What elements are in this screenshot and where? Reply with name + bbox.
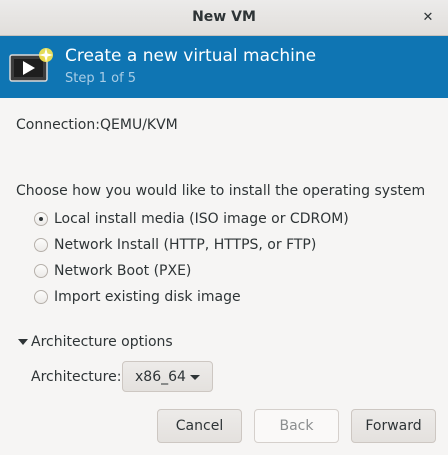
window-title: New VM <box>192 9 256 25</box>
wizard-header: Create a new virtual machine Step 1 of 5 <box>0 36 448 98</box>
radio-local-media-label[interactable]: Local install media (ISO image or CDROM) <box>54 211 349 227</box>
vm-monitor-icon <box>9 48 53 82</box>
cancel-button[interactable]: Cancel <box>157 409 242 443</box>
architecture-dropdown[interactable]: x86_64 <box>122 361 213 392</box>
forward-button[interactable]: Forward <box>351 409 436 443</box>
radio-network-install[interactable] <box>34 238 48 252</box>
radio-import-disk-label[interactable]: Import existing disk image <box>54 289 241 305</box>
radio-network-boot-label[interactable]: Network Boot (PXE) <box>54 263 191 279</box>
chevron-down-icon <box>190 375 200 380</box>
wizard-step-indicator: Step 1 of 5 <box>65 71 137 86</box>
radio-network-install-label[interactable]: Network Install (HTTP, HTTPS, or FTP) <box>54 237 316 253</box>
back-button[interactable]: Back <box>254 409 339 443</box>
radio-network-boot[interactable] <box>34 264 48 278</box>
connection-value: QEMU/KVM <box>100 117 178 133</box>
radio-local-media[interactable] <box>34 212 48 226</box>
wizard-title: Create a new virtual machine <box>65 46 317 66</box>
connection-label: Connection: <box>16 117 100 133</box>
install-method-prompt: Choose how you would like to install the… <box>16 183 426 199</box>
radio-import-disk[interactable] <box>34 290 48 304</box>
architecture-label: Architecture: <box>31 369 122 385</box>
architecture-options-label: Architecture options <box>31 334 173 350</box>
expander-arrow-icon <box>18 339 28 345</box>
architecture-value: x86_64 <box>135 369 186 385</box>
window-titlebar: New VM ✕ <box>0 0 448 36</box>
close-icon[interactable]: ✕ <box>418 8 438 28</box>
